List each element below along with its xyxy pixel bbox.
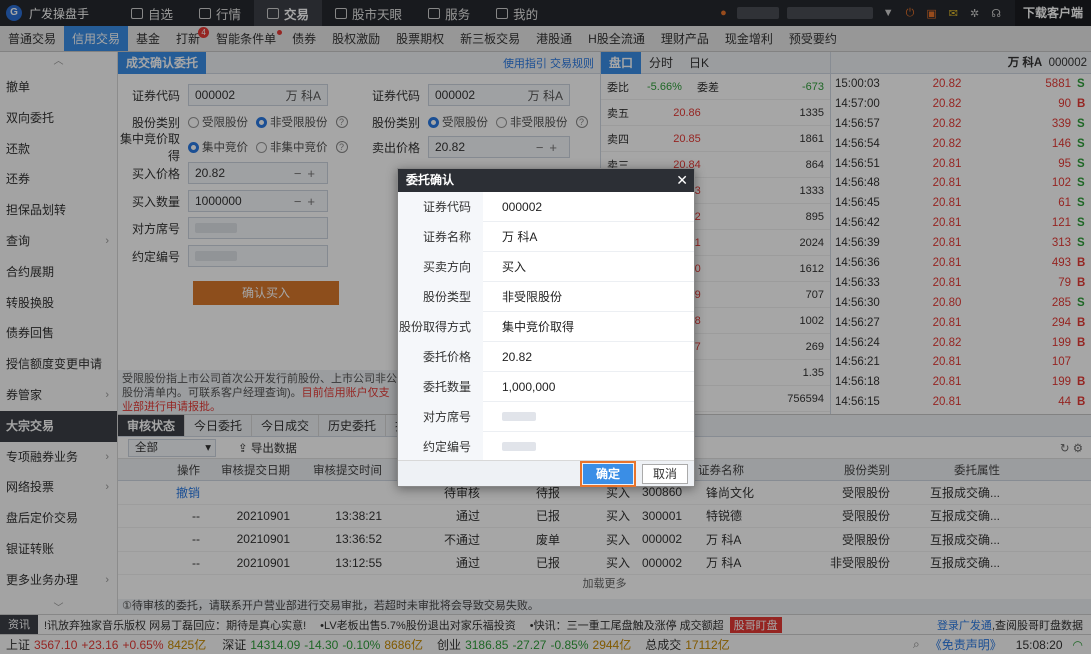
dialog-row-value: 非受限股份 <box>502 290 563 304</box>
dialog-row-label: 约定编号 <box>398 431 483 462</box>
dialog-row-label: 买卖方向 <box>398 251 483 282</box>
dialog-row-label: 股份取得方式 <box>398 311 483 342</box>
dialog-row-value: 1,000,000 <box>502 379 556 394</box>
dialog-row-value <box>483 410 536 424</box>
dialog-row-value: 20.82 <box>502 349 533 364</box>
dialog-row: 委托数量 1,000,000 <box>398 371 694 402</box>
dialog-row: 股份类型 非受限股份 <box>398 281 694 312</box>
dialog-row: 对方席号 <box>398 401 694 432</box>
dialog-row-value: 万 科A <box>502 230 538 244</box>
dialog-row-label: 股份类型 <box>398 281 483 312</box>
dialog-row: 证券代码 000002 <box>398 191 694 222</box>
close-icon[interactable]: ✕ <box>676 169 688 192</box>
confirm-button[interactable]: 确定 <box>580 461 636 487</box>
cancel-button[interactable]: 取消 <box>642 464 688 484</box>
dialog-row-label: 委托数量 <box>398 371 483 402</box>
dialog-title: 委托确认 <box>406 173 455 187</box>
redacted-value <box>502 411 536 421</box>
order-confirm-dialog: 委托确认 ✕ 证券代码 000002 证券名称万 科A 买卖方向 买入 股份类型 非受限股份股… <box>397 168 695 487</box>
dialog-row-label: 对方席号 <box>398 401 483 432</box>
dialog-row: 委托价格 20.82 <box>398 341 694 372</box>
dialog-row-label: 证券名称 <box>398 221 483 252</box>
dialog-row: 约定编号 <box>398 431 694 462</box>
dialog-row-value <box>483 440 536 454</box>
dialog-rows: 证券代码 000002 证券名称 万 科A 买卖方向 买入股份类型 非受限股份股份取得方式 集… <box>398 191 694 462</box>
dialog-row-label: 证券代码 <box>398 191 483 222</box>
dialog-row: 买卖方向 买入 <box>398 251 694 282</box>
dialog-row: 股份取得方式 集中竞价取得 <box>398 311 694 342</box>
dialog-row-value: 000002 <box>502 199 543 214</box>
redacted-value <box>502 441 536 451</box>
dialog-row-value: 买入 <box>502 260 527 274</box>
dialog-row-label: 委托价格 <box>398 341 483 372</box>
dialog-row-value: 集中竞价取得 <box>502 320 575 334</box>
dialog-row: 证券名称 万 科A <box>398 221 694 252</box>
